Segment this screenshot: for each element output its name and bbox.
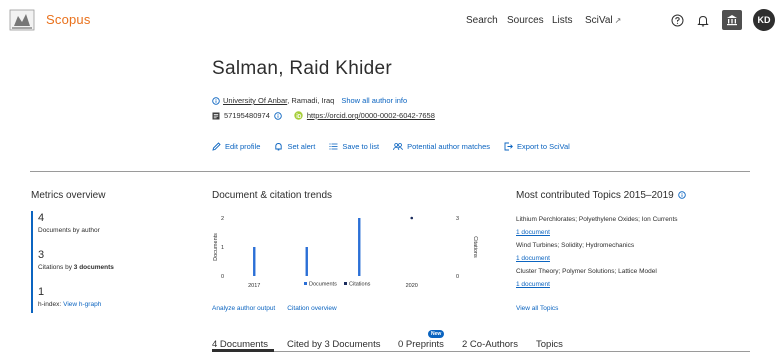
edit-profile-button[interactable]: Edit profile — [212, 142, 260, 151]
h-index-label-row: h-index: View h-graph — [38, 301, 101, 308]
tab-co-authors[interactable]: 2 Co-Authors — [462, 339, 518, 350]
set-alert-label: Set alert — [287, 142, 316, 151]
alert-bell-icon — [275, 143, 283, 151]
document-citation-chart: Documents Citations 2 1 0 3 0 2017 2020 Documents… — [213, 216, 478, 289]
topic-name[interactable]: Wind Turbines; Solidity; Hydromechanics — [516, 242, 634, 249]
elsevier-logo-icon[interactable] — [8, 8, 36, 32]
topic-document-link[interactable]: 1 document — [516, 255, 550, 262]
nav-lists-link[interactable]: Lists — [552, 15, 573, 26]
h-index-label: h-index: — [38, 301, 62, 308]
institution-info-icon — [212, 96, 220, 105]
y-tick-label-right: 3 — [456, 216, 459, 222]
nav-scival-link[interactable]: SciVal ↗ — [585, 15, 621, 26]
document-bar — [358, 218, 361, 276]
y-tick-label-left: 0 — [221, 274, 224, 280]
legend-documents-label: Documents — [309, 282, 337, 288]
nav-sources-link[interactable]: Sources — [507, 15, 544, 26]
copy-id-icon[interactable] — [274, 111, 282, 120]
author-id: 57195480974 — [224, 111, 270, 120]
topic-document-link[interactable]: 1 document — [516, 229, 550, 236]
author-name: Salman, Raid Khider — [212, 58, 392, 79]
metric-documents: 4 Documents by author — [38, 212, 100, 234]
show-all-author-info-link[interactable]: Show all author info — [341, 96, 407, 105]
top-header: Scopus Search Sources Lists SciVal ↗ KD — [0, 0, 776, 44]
legend-citations-swatch — [344, 282, 347, 285]
topics-title: Most contributed Topics 2015–2019 — [516, 190, 687, 201]
analyze-author-output-link[interactable]: Analyze author output — [212, 305, 275, 312]
topic-name[interactable]: Cluster Theory; Polymer Solutions; Latti… — [516, 268, 657, 275]
legend-documents-swatch — [304, 282, 307, 285]
set-alert-button[interactable]: Set alert — [274, 142, 315, 151]
author-actions-bar: Edit profile Set alert Save to list Pote… — [212, 142, 570, 151]
nav-scival-label: SciVal — [585, 15, 613, 26]
potential-author-matches-button[interactable]: Potential author matches — [393, 142, 490, 151]
section-divider — [30, 171, 750, 172]
citations-count-label: Citations by 3 documents — [38, 264, 114, 271]
h-index-value: 1 — [38, 286, 45, 298]
y-tick-label-left: 2 — [221, 216, 224, 222]
potential-author-matches-label: Potential author matches — [407, 142, 491, 151]
citations-count: 3 — [38, 249, 45, 261]
scopus-brand[interactable]: Scopus — [46, 12, 91, 27]
pencil-icon — [212, 142, 221, 151]
documents-count: 4 — [38, 212, 45, 224]
nav-search-link[interactable]: Search — [466, 15, 498, 26]
topic-name[interactable]: Lithium Perchlorates; Polyethylene Oxide… — [516, 216, 678, 223]
topic-document-link[interactable]: 1 document — [516, 281, 550, 288]
view-h-graph-link[interactable]: View h-graph — [63, 301, 101, 308]
metrics-accent-bar — [31, 211, 33, 313]
affiliation-link[interactable]: University Of Anbar — [223, 96, 287, 105]
orcid-link[interactable]: https://orcid.org/0000-0002-6042-7658 — [307, 111, 435, 120]
export-icon — [504, 142, 513, 151]
new-badge: New — [428, 330, 445, 338]
topics-title-text: Most contributed Topics 2015–2019 — [516, 190, 674, 201]
legend-citations-label: Citations — [349, 282, 371, 288]
y-axis-label-citations: Citations — [472, 236, 478, 258]
edit-profile-label: Edit profile — [225, 142, 261, 151]
export-to-scival-label: Export to SciVal — [517, 142, 570, 151]
people-icon — [393, 143, 403, 151]
scopus-id-icon — [212, 112, 220, 119]
help-icon[interactable] — [668, 11, 686, 29]
x-tick-label: 2017 — [248, 283, 260, 289]
chart-links: Analyze author output Citation overview — [212, 305, 337, 312]
y-tick-label-left: 1 — [221, 245, 224, 251]
user-avatar[interactable]: KD — [753, 9, 775, 31]
metrics-overview-title: Metrics overview — [31, 190, 106, 201]
document-bar — [253, 247, 256, 276]
author-affiliation: University Of Anbar, Ramadi, Iraq Show a… — [212, 96, 407, 105]
external-link-icon: ↗ — [614, 16, 622, 25]
metric-h-index: 1 h-index: View h-graph — [38, 286, 101, 308]
citations-label-docs: 3 documents — [73, 264, 114, 271]
list-icon — [329, 143, 338, 150]
tab-topics[interactable]: Topics — [536, 339, 563, 350]
citation-point — [410, 216, 414, 220]
author-identifiers: 57195480974 https://orcid.org/0000-0002-… — [212, 111, 435, 120]
documents-count-label: Documents by author — [38, 227, 100, 234]
tab-cited-by[interactable]: Cited by 3 Documents — [287, 339, 380, 350]
document-bar — [305, 247, 308, 276]
view-all-topics-link[interactable]: View all Topics — [516, 305, 558, 312]
affiliation-location: , Ramadi, Iraq — [287, 96, 335, 105]
y-axis-label-documents: Documents — [213, 233, 219, 261]
orcid-icon — [294, 111, 303, 120]
institution-icon[interactable] — [722, 10, 742, 30]
citations-label-text: Citations by — [38, 264, 74, 271]
save-to-list-button[interactable]: Save to list — [329, 142, 379, 151]
topics-info-icon[interactable] — [678, 191, 687, 199]
trends-title: Document & citation trends — [212, 190, 333, 201]
y-tick-label-right: 0 — [456, 274, 459, 280]
tab-preprints[interactable]: 0 Preprints — [398, 339, 444, 350]
export-to-scival-button[interactable]: Export to SciVal — [504, 142, 570, 151]
citation-overview-link[interactable]: Citation overview — [287, 305, 337, 312]
bell-icon[interactable] — [694, 11, 712, 29]
save-to-list-label: Save to list — [342, 142, 380, 151]
metric-citations: 3 Citations by 3 documents — [38, 249, 114, 271]
x-tick-label: 2020 — [406, 283, 418, 289]
